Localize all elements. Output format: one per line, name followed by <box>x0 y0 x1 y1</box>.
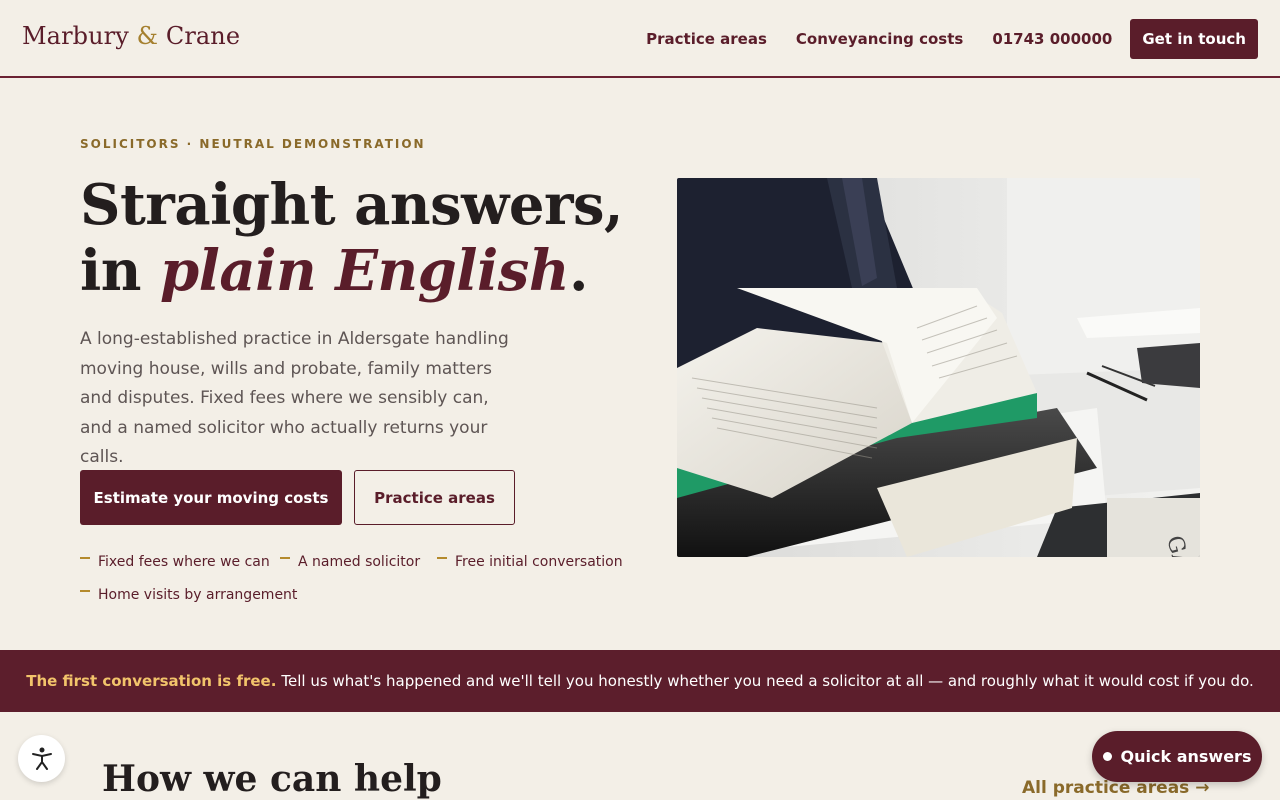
chat-dot-icon <box>1102 752 1112 761</box>
dash-icon <box>80 557 90 559</box>
accessibility-button[interactable] <box>18 735 65 782</box>
brand-logo[interactable]: Marbury & Crane <box>22 22 240 50</box>
brand-ampersand: & <box>136 22 159 50</box>
dash-icon <box>280 557 290 559</box>
banner-highlight: The first conversation is free. <box>26 672 277 690</box>
feature-label: Free initial conversation <box>455 554 623 570</box>
quick-answers-label: Quick answers <box>1120 747 1252 766</box>
nav-phone-number[interactable]: 01743 000000 <box>992 30 1112 48</box>
headline-line1: Straight answers, <box>80 172 624 238</box>
feature-item: Fixed fees where we can <box>80 554 270 570</box>
headline-emphasis: plain English <box>160 238 570 304</box>
dash-icon <box>437 557 447 559</box>
get-in-touch-button[interactable]: Get in touch <box>1130 19 1258 59</box>
hero-eyebrow: SOLICITORS · NEUTRAL DEMONSTRATION <box>80 137 426 151</box>
brand-name-part1: Marbury <box>22 22 129 50</box>
free-consultation-banner: The first conversation is free. Tell us … <box>0 650 1280 712</box>
feature-item: Home visits by arrangement <box>80 587 297 603</box>
nav-conveyancing-costs[interactable]: Conveyancing costs <box>796 30 963 48</box>
section-title: How we can help <box>102 758 442 800</box>
open-book-illustration: GAZETTE <box>677 178 1200 557</box>
feature-label: Home visits by arrangement <box>98 587 298 603</box>
practice-areas-button[interactable]: Practice areas <box>354 470 515 525</box>
hero-photo: GAZETTE <box>677 178 1200 557</box>
main-nav: Practice areas Conveyancing costs 01743 … <box>617 0 1258 78</box>
feature-item: A named solicitor <box>280 554 420 570</box>
nav-practice-areas[interactable]: Practice areas <box>646 30 767 48</box>
feature-item: Free initial conversation <box>437 554 623 570</box>
hero-headline: Straight answers, in plain English. <box>80 172 640 304</box>
hero-lede: A long-established practice in Aldersgat… <box>80 329 509 467</box>
accessibility-person-icon <box>31 747 52 770</box>
quick-answers-button[interactable]: Quick answers <box>1092 731 1262 782</box>
dash-icon <box>80 590 90 592</box>
site-header: Marbury & Crane Practice areas Conveyanc… <box>0 0 1280 78</box>
headline-period: . <box>569 238 589 304</box>
feature-label: Fixed fees where we can <box>98 554 270 570</box>
banner-text: Tell us what's happened and we'll tell y… <box>281 672 1254 690</box>
headline-in: in <box>80 238 142 304</box>
brand-name-part2: Crane <box>165 22 241 50</box>
estimate-moving-costs-button[interactable]: Estimate your moving costs <box>80 470 342 525</box>
feature-label: A named solicitor <box>298 554 421 570</box>
